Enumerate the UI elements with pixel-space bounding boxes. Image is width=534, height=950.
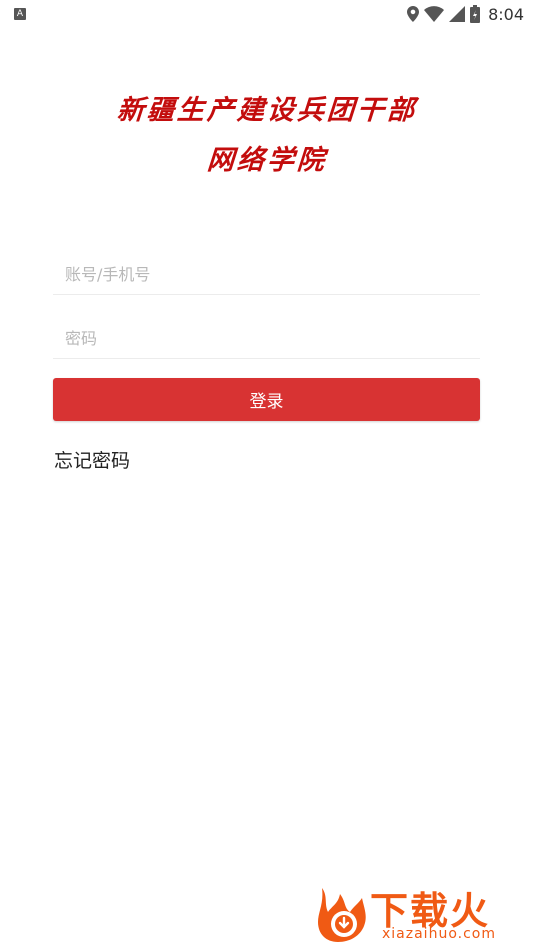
- signal-icon: [449, 6, 466, 22]
- title-line-1: 新疆生产建设兵团干部: [115, 95, 419, 126]
- password-input[interactable]: [53, 329, 492, 348]
- account-field: [53, 233, 492, 295]
- location-icon: [407, 6, 420, 22]
- watermark-url: xiazaihuo.com: [382, 926, 496, 942]
- account-input[interactable]: [53, 265, 492, 284]
- wifi-icon: [424, 6, 445, 22]
- status-bar: A 8:04: [0, 0, 534, 28]
- title-line-2: 网络学院: [205, 145, 329, 176]
- clock: 8:04: [488, 4, 524, 24]
- status-icons: 8:04: [407, 4, 524, 24]
- login-button[interactable]: 登录: [53, 378, 480, 421]
- watermark: 下载火 xiazaihuo.com: [312, 880, 528, 946]
- app-title: 新疆生产建设兵团干部 网络学院: [0, 86, 534, 186]
- password-field: [53, 297, 492, 359]
- forgot-password-link[interactable]: 忘记密码: [54, 446, 130, 473]
- xiazaihuo-logo-icon: [318, 888, 366, 942]
- a-icon: A: [14, 8, 26, 20]
- battery-icon: [470, 5, 481, 23]
